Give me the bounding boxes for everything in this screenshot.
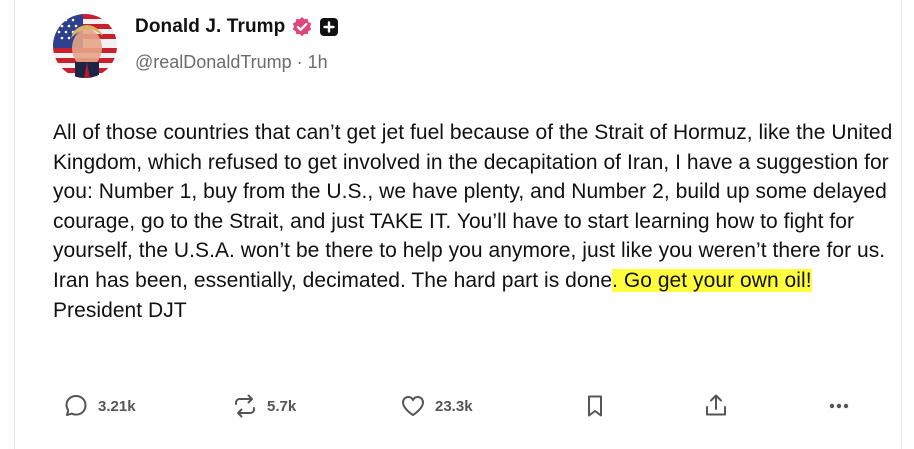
like-count: 23.3k: [435, 397, 473, 415]
more-options-button[interactable]: [825, 388, 853, 424]
share-icon: [706, 394, 726, 416]
heart-icon: [402, 396, 424, 416]
avatar-image: [53, 14, 117, 78]
post-text-main: All of those countries that can’t get je…: [53, 121, 893, 292]
bookmark-icon: [588, 395, 602, 417]
author-handle-row: @realDonaldTrump · 1h: [135, 50, 328, 74]
post-actions-bar: 3.21k 5.7k 23.3k: [15, 388, 901, 424]
bookmark-button[interactable]: [581, 388, 609, 424]
author-handle[interactable]: @realDonaldTrump: [135, 52, 292, 73]
post-body: All of those countries that can’t get je…: [53, 118, 903, 325]
share-button[interactable]: [702, 388, 730, 424]
post-card: Donald J. Trump @realDonaldTrump · 1h Al…: [14, 0, 902, 449]
author-name-row: Donald J. Trump: [135, 14, 339, 40]
post-timestamp[interactable]: 1h: [308, 52, 328, 73]
verified-badge-icon: [291, 16, 313, 38]
like-button[interactable]: 23.3k: [399, 388, 473, 424]
post-text-signature: President DJT: [53, 298, 187, 322]
post-text-highlight: . Go get your own oil!: [612, 268, 812, 292]
truth-plus-badge-icon: [319, 17, 339, 37]
more-dots-icon: [829, 403, 849, 409]
reply-icon: [65, 395, 87, 416]
meta-separator: ·: [296, 51, 303, 72]
retruth-button[interactable]: 5.7k: [231, 388, 296, 424]
author-display-name[interactable]: Donald J. Trump: [135, 16, 285, 38]
retruth-icon: [235, 394, 255, 418]
avatar[interactable]: [53, 14, 117, 78]
retruth-count: 5.7k: [267, 397, 297, 415]
reply-button[interactable]: 3.21k: [62, 388, 136, 424]
reply-count: 3.21k: [98, 397, 136, 415]
